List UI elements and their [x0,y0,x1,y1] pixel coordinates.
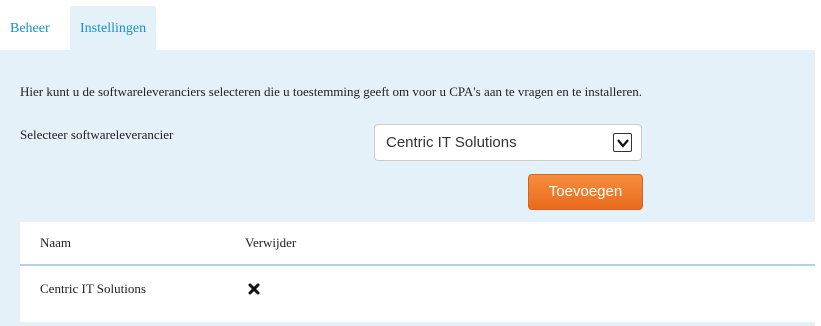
supplier-table: Naam Verwijder Centric IT Solutions [20,222,815,322]
select-label: Selecteer softwareleverancier [20,127,174,142]
header-delete: Verwijder [245,235,297,250]
supplier-select-value: Centric IT Solutions [386,134,517,151]
close-x-icon[interactable] [248,283,260,299]
table-row: Centric IT Solutions [20,266,815,322]
tab-instellingen[interactable]: Instellingen [70,6,157,50]
chevron-down-icon[interactable] [613,133,632,152]
supplier-select[interactable]: Centric IT Solutions [374,124,642,161]
add-button[interactable]: Toevoegen [528,174,643,210]
row-name: Centric IT Solutions [40,281,146,296]
header-name: Naam [40,235,72,250]
table-header: Naam Verwijder [20,222,815,266]
intro-text: Hier kunt u de softwareleveranciers sele… [20,84,643,99]
tab-beheer[interactable]: Beheer [0,8,60,50]
tab-bar: Beheer Instellingen [0,0,821,50]
